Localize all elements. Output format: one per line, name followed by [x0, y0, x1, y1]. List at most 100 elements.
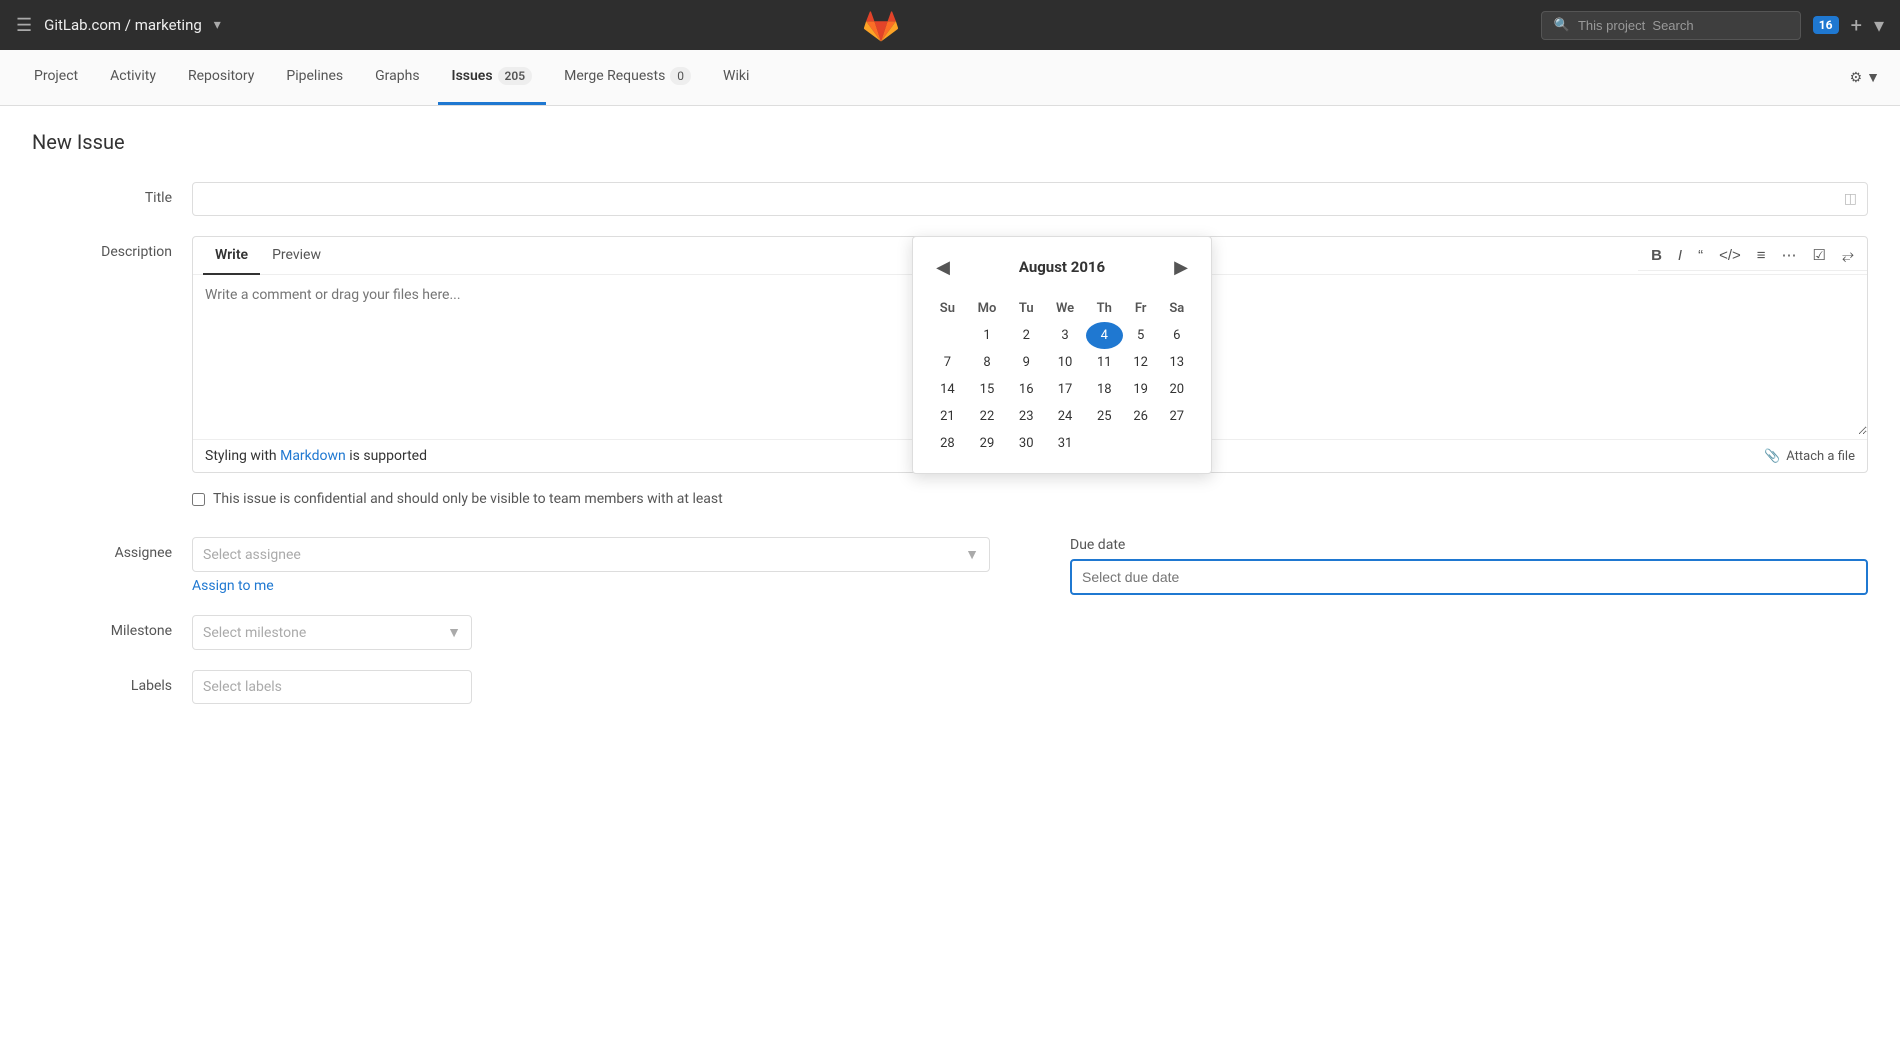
calendar-day-25[interactable]: 25 — [1086, 403, 1123, 430]
project-breadcrumb[interactable]: GitLab.com / marketing — [44, 16, 202, 34]
calendar-day-20[interactable]: 20 — [1159, 376, 1195, 403]
milestone-control-wrap: Select milestone ▼ — [192, 615, 1868, 650]
markdown-link[interactable]: Markdown — [280, 448, 346, 464]
code-button[interactable]: </> — [1714, 245, 1746, 266]
cal-day-we: We — [1044, 295, 1086, 322]
nav-links: Project Activity Repository Pipelines Gr… — [20, 50, 763, 105]
fullscreen-button[interactable]: ⥂ — [1837, 245, 1859, 266]
nav-item-project[interactable]: Project — [20, 50, 92, 105]
calendar-week-row: 123456 — [929, 322, 1195, 349]
add-icon[interactable]: + — [1851, 13, 1862, 37]
italic-button[interactable]: I — [1673, 245, 1687, 266]
calendar-day-5[interactable]: 5 — [1123, 322, 1159, 349]
calendar-day-21[interactable]: 21 — [929, 403, 966, 430]
assignee-dropdown[interactable]: Select assignee ▼ — [192, 537, 990, 572]
hamburger-icon[interactable]: ☰ — [16, 15, 32, 36]
calendar-day-24[interactable]: 24 — [1044, 403, 1086, 430]
calendar-day-empty — [1086, 430, 1123, 457]
user-menu-arrow[interactable]: ▾ — [1874, 13, 1884, 37]
top-bar: ☰ GitLab.com / marketing ▾ 🔍 16 + ▾ — [0, 0, 1900, 50]
attach-file-button[interactable]: 📎 Attach a file — [1764, 449, 1855, 464]
labels-dropdown[interactable]: Select labels — [192, 670, 472, 704]
labels-control-wrap: Select labels — [192, 670, 1868, 704]
nav-item-graphs[interactable]: Graphs — [361, 50, 433, 105]
calendar-day-27[interactable]: 27 — [1159, 403, 1195, 430]
labels-row: Labels Select labels — [32, 670, 1868, 704]
breadcrumb-arrow[interactable]: ▾ — [214, 17, 221, 33]
due-date-label: Due date — [1070, 537, 1868, 553]
assignee-row: Assignee Select assignee ▼ Assign to me … — [32, 537, 1868, 595]
confidential-checkbox[interactable] — [192, 493, 205, 506]
tab-write[interactable]: Write — [203, 237, 260, 275]
calendar-header: ◀ August 2016 ▶ — [929, 253, 1195, 281]
title-input[interactable] — [203, 191, 1844, 207]
calendar-day-3[interactable]: 3 — [1044, 322, 1086, 349]
milestone-row: Milestone Select milestone ▼ — [32, 615, 1868, 650]
milestone-dropdown[interactable]: Select milestone ▼ — [192, 615, 472, 650]
nav-item-activity[interactable]: Activity — [96, 50, 170, 105]
due-date-input[interactable] — [1070, 559, 1868, 595]
gitlab-logo — [863, 7, 899, 43]
quote-button[interactable]: “ — [1693, 245, 1708, 266]
calendar-day-8[interactable]: 8 — [966, 349, 1008, 376]
title-input-wrapper: ◫ — [192, 182, 1868, 216]
tab-preview[interactable]: Preview — [260, 237, 333, 275]
calendar-day-23[interactable]: 23 — [1008, 403, 1044, 430]
desc-toolbar: B I “ </> ≡ ⋯ ☑ ⥂ — [1638, 240, 1867, 271]
title-row: Title ◫ — [32, 182, 1868, 216]
ordered-list-button[interactable]: ⋯ — [1777, 244, 1802, 266]
calendar-prev-button[interactable]: ◀ — [929, 253, 957, 281]
cal-day-tu: Tu — [1008, 295, 1044, 322]
calendar-day-7[interactable]: 7 — [929, 349, 966, 376]
cal-day-mo: Mo — [966, 295, 1008, 322]
cal-day-fr: Fr — [1123, 295, 1159, 322]
calendar-day-18[interactable]: 18 — [1086, 376, 1123, 403]
calendar-week-row: 21222324252627 — [929, 403, 1195, 430]
calendar-day-29[interactable]: 29 — [966, 430, 1008, 457]
notification-badge[interactable]: 16 — [1813, 16, 1839, 34]
assignee-placeholder: Select assignee — [203, 547, 301, 563]
calendar-day-4[interactable]: 4 — [1086, 322, 1123, 349]
calendar-day-11[interactable]: 11 — [1086, 349, 1123, 376]
nav-item-repository[interactable]: Repository — [174, 50, 268, 105]
assignee-control-wrap: Select assignee ▼ Assign to me Due date — [192, 537, 1868, 595]
search-box[interactable]: 🔍 — [1541, 11, 1801, 40]
page-title: New Issue — [32, 130, 1868, 154]
description-tabs: Write Preview — [193, 237, 343, 274]
calendar-day-16[interactable]: 16 — [1008, 376, 1044, 403]
merge-requests-badge: 0 — [670, 67, 691, 85]
calendar-day-31[interactable]: 31 — [1044, 430, 1086, 457]
nav-item-issues[interactable]: Issues 205 — [438, 50, 547, 105]
calendar-day-15[interactable]: 15 — [966, 376, 1008, 403]
assignee-field: Select assignee ▼ Assign to me — [192, 537, 990, 594]
search-input[interactable] — [1578, 18, 1788, 33]
unordered-list-button[interactable]: ≡ — [1752, 245, 1771, 266]
nav-item-pipelines[interactable]: Pipelines — [272, 50, 357, 105]
calendar-day-28[interactable]: 28 — [929, 430, 966, 457]
title-fullscreen-icon[interactable]: ◫ — [1844, 191, 1857, 207]
task-list-button[interactable]: ☑ — [1808, 244, 1831, 266]
calendar-day-26[interactable]: 26 — [1123, 403, 1159, 430]
nav-item-wiki[interactable]: Wiki — [709, 50, 763, 105]
calendar-day-12[interactable]: 12 — [1123, 349, 1159, 376]
calendar-days-header: Su Mo Tu We Th Fr Sa — [929, 295, 1195, 322]
bold-button[interactable]: B — [1646, 245, 1667, 266]
calendar-day-30[interactable]: 30 — [1008, 430, 1044, 457]
assign-me-link[interactable]: Assign to me — [192, 578, 274, 594]
calendar-day-14[interactable]: 14 — [929, 376, 966, 403]
calendar-day-9[interactable]: 9 — [1008, 349, 1044, 376]
calendar-day-2[interactable]: 2 — [1008, 322, 1044, 349]
calendar-day-22[interactable]: 22 — [966, 403, 1008, 430]
settings-icon: ⚙ — [1850, 70, 1863, 86]
settings-dropdown[interactable]: ⚙ ▼ — [1850, 69, 1880, 86]
nav-item-merge-requests[interactable]: Merge Requests 0 — [550, 50, 705, 105]
calendar-day-17[interactable]: 17 — [1044, 376, 1086, 403]
calendar-day-10[interactable]: 10 — [1044, 349, 1086, 376]
calendar-day-6[interactable]: 6 — [1159, 322, 1195, 349]
calendar-next-button[interactable]: ▶ — [1167, 253, 1195, 281]
title-control-wrap: ◫ — [192, 182, 1868, 216]
issues-badge: 205 — [498, 67, 533, 85]
calendar-day-19[interactable]: 19 — [1123, 376, 1159, 403]
calendar-day-13[interactable]: 13 — [1159, 349, 1195, 376]
calendar-day-1[interactable]: 1 — [966, 322, 1008, 349]
